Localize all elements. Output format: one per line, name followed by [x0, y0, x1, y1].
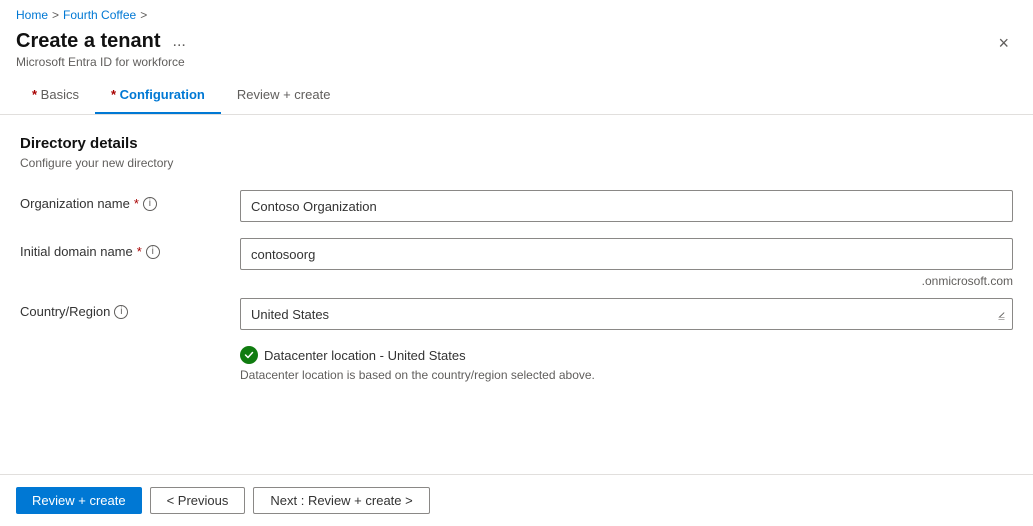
domain-suffix: .onmicrosoft.com	[922, 274, 1013, 288]
page-subtitle: Microsoft Entra ID for workforce	[16, 55, 190, 69]
tabs: Basics Configuration Review + create	[0, 77, 1033, 115]
country-region-row: Country/Region i United States United Ki…	[20, 298, 1013, 330]
header-left: Create a tenant ... Microsoft Entra ID f…	[16, 30, 190, 69]
datacenter-check-circle	[240, 346, 258, 364]
org-name-info-icon[interactable]: i	[143, 197, 157, 211]
page-title: Create a tenant	[16, 30, 161, 53]
datacenter-note: Datacenter location is based on the coun…	[240, 368, 1013, 382]
tab-basics[interactable]: Basics	[16, 77, 95, 114]
org-name-input[interactable]	[240, 190, 1013, 222]
close-button[interactable]: ×	[990, 30, 1017, 56]
country-region-select[interactable]: United States United Kingdom Canada Germ…	[240, 298, 1013, 330]
previous-button[interactable]: < Previous	[150, 487, 246, 514]
page-wrapper: Home > Fourth Coffee > Create a tenant .…	[0, 0, 1033, 526]
country-region-select-wrap: United States United Kingdom Canada Germ…	[240, 298, 1013, 330]
org-name-row: Organization name * i	[20, 190, 1013, 222]
next-button[interactable]: Next : Review + create >	[253, 487, 429, 514]
breadcrumb-sep2: >	[140, 8, 147, 22]
tab-review-create[interactable]: Review + create	[221, 77, 347, 114]
section-subtitle: Configure your new directory	[20, 156, 1013, 170]
domain-name-input[interactable]	[240, 238, 1013, 270]
domain-name-label: Initial domain name * i	[20, 238, 240, 259]
domain-name-row: Initial domain name * i .onmicrosoft.com	[20, 238, 1013, 270]
domain-name-input-wrap: .onmicrosoft.com	[240, 238, 1013, 270]
review-create-button[interactable]: Review + create	[16, 487, 142, 514]
org-name-required-star: *	[134, 196, 139, 211]
country-region-info-icon[interactable]: i	[114, 305, 128, 319]
header: Create a tenant ... Microsoft Entra ID f…	[0, 26, 1033, 77]
org-name-label: Organization name * i	[20, 190, 240, 211]
footer: Review + create < Previous Next : Review…	[0, 474, 1033, 526]
section-title: Directory details	[20, 135, 1013, 152]
breadcrumb-sep1: >	[52, 8, 59, 22]
datacenter-location-text: Datacenter location - United States	[264, 348, 466, 363]
datacenter-location: Datacenter location - United States	[240, 346, 1013, 364]
check-icon	[244, 350, 254, 360]
breadcrumb: Home > Fourth Coffee >	[0, 0, 1033, 26]
tab-configuration[interactable]: Configuration	[95, 77, 221, 114]
ellipsis-button[interactable]: ...	[169, 31, 190, 53]
domain-name-info-icon[interactable]: i	[146, 245, 160, 259]
header-title-row: Create a tenant ...	[16, 30, 190, 53]
domain-name-required-star: *	[137, 244, 142, 259]
breadcrumb-fourth-coffee[interactable]: Fourth Coffee	[63, 8, 136, 22]
country-region-label: Country/Region i	[20, 298, 240, 319]
main-content: Directory details Configure your new dir…	[0, 115, 1033, 474]
datacenter-info: Datacenter location - United States Data…	[240, 346, 1013, 382]
breadcrumb-home[interactable]: Home	[16, 8, 48, 22]
org-name-input-wrap	[240, 190, 1013, 222]
